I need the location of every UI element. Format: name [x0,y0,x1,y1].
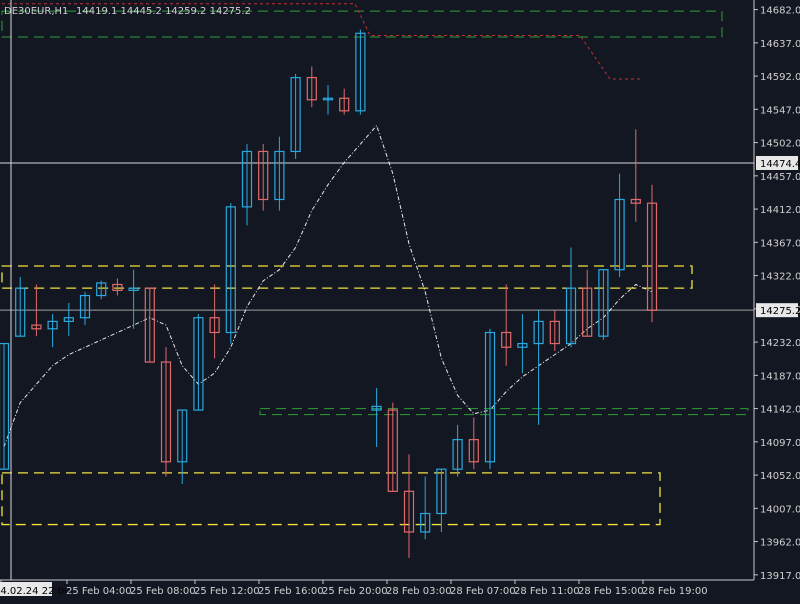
price-tick-label: 13917.0 [760,571,800,582]
time-tick-label: 28 Feb 19:00 [642,586,708,597]
price-tick-label: 14592.0 [760,72,800,83]
price-tick-label: 13962.0 [760,538,800,549]
price-tick-label: 14142.0 [760,405,800,416]
bid-price-tag: 14474.4 [760,159,800,170]
price-tick-label: 14547.0 [760,105,800,116]
price-tick-label: 14412.0 [760,205,800,216]
price-tick-label: 14637.0 [760,39,800,50]
price-tick-label: 14052.0 [760,471,800,482]
price-chart[interactable]: 14682.0 14637.0 14592.0 14547.0 14502.0 14457… [0,0,800,600]
time-tick-label: 28 Feb 07:00 [450,586,516,597]
time-tick-label: 28 Feb 11:00 [514,586,580,597]
price-tick-label: 14457.0 [760,172,800,183]
price-tick-label: 14007.0 [760,504,800,515]
time-tick-label: 28 Feb 03:00 [386,586,452,597]
time-tick-label: 28 Feb 15:00 [578,586,644,597]
time-tick-label: 25 Feb 08:00 [130,586,196,597]
price-tick-label: 14682.0 [760,6,800,17]
chart-window[interactable]: 14682.0 14637.0 14592.0 14547.0 14502.0 14457… [0,0,800,600]
time-tick-label: 25 Feb 16:00 [258,586,324,597]
price-tick-label: 14097.0 [760,438,800,449]
chart-background [0,0,800,600]
price-tick-label: 14502.0 [760,139,800,150]
price-tick-label: 14187.0 [760,371,800,382]
price-tick-label: 14322.0 [760,272,800,283]
time-tick-label: 25 Feb 12:00 [194,586,260,597]
chart-header-ohlc: 14419.1 14445.2 14259.2 14275.2 [76,6,251,17]
time-tick-label: 25 Feb 20:00 [322,586,388,597]
time-tick-label: 25 Feb 04:00 [66,586,132,597]
price-tick-label: 14232.0 [760,338,800,349]
last-price-tag: 14275.2 [760,306,800,317]
chart-header-symbol: DE30EUR,H1 [4,6,68,17]
price-tick-label: 14367.0 [760,238,800,249]
time-tick-label: 24.02.24 22:00 [0,586,71,597]
